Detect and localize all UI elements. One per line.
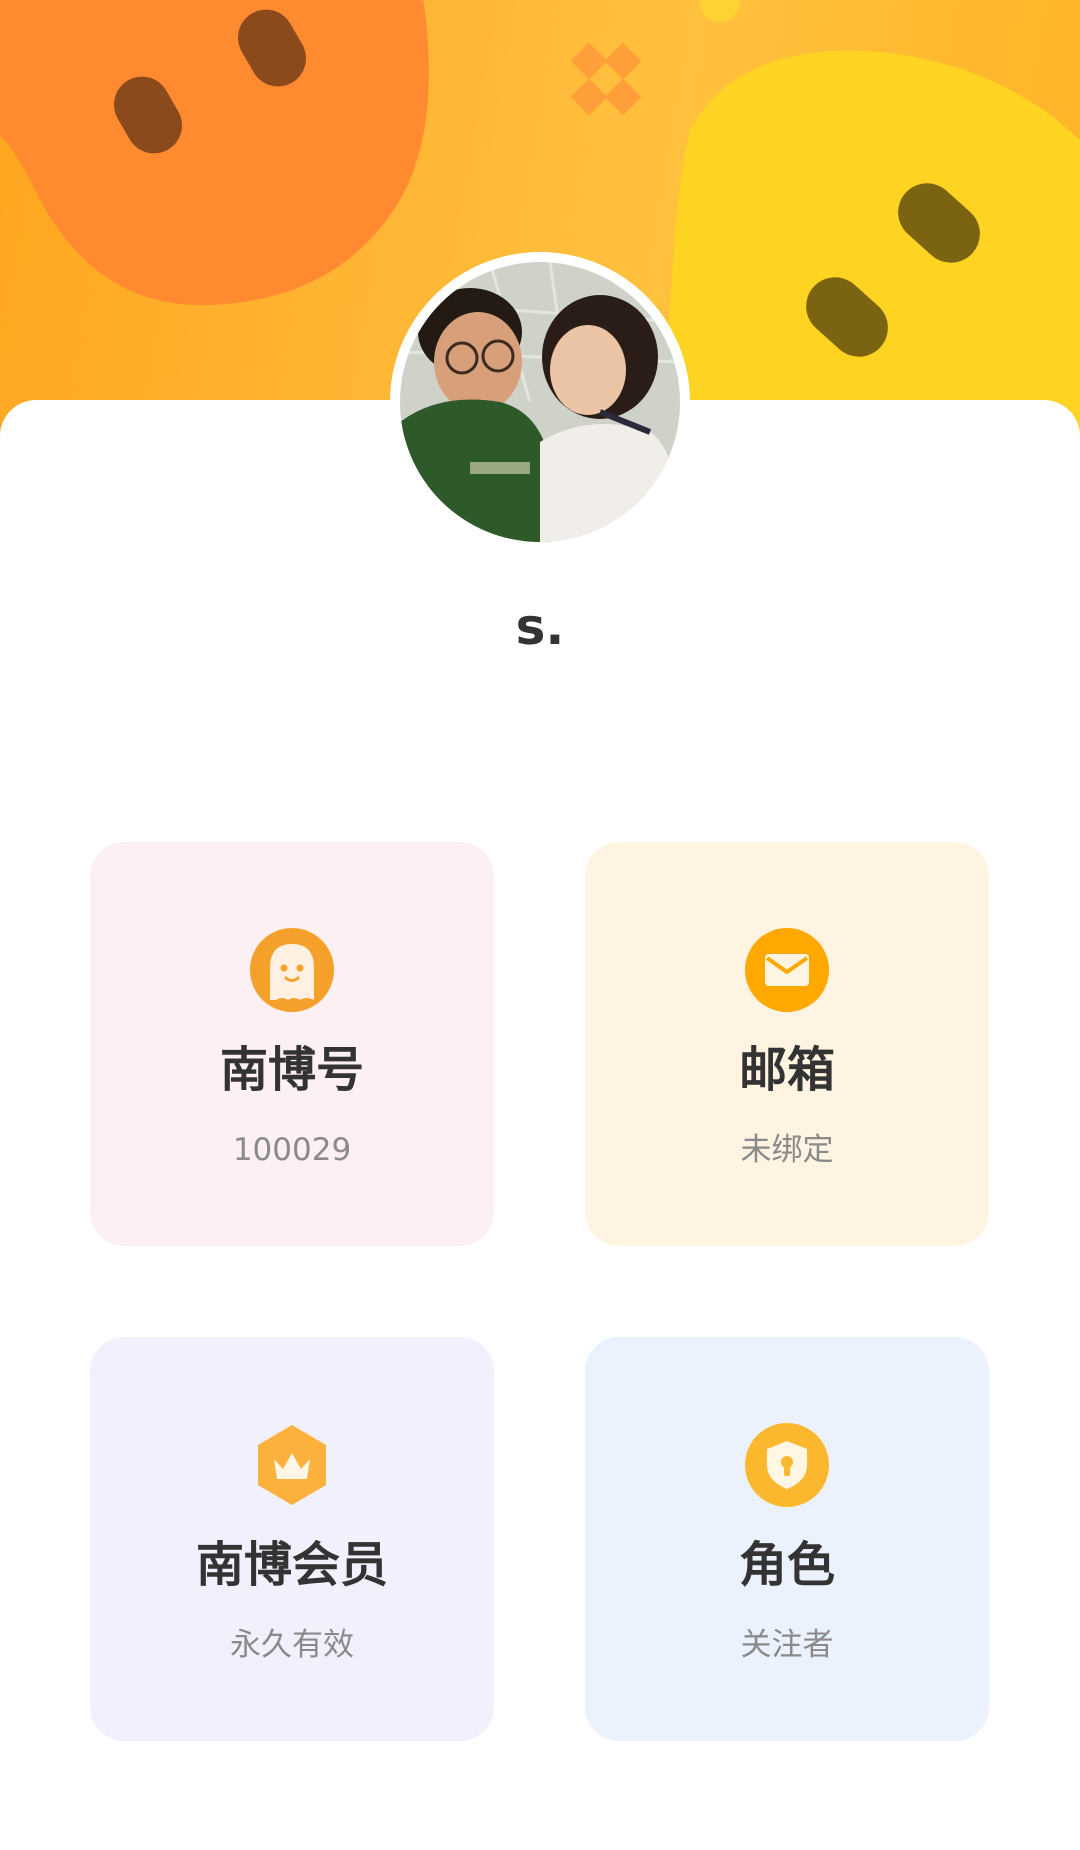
email-value: 未绑定 bbox=[740, 1132, 834, 1168]
email-title: 邮箱 bbox=[738, 1042, 835, 1098]
left-blob-shape bbox=[0, 0, 429, 306]
email-card[interactable]: 邮箱 未绑定 bbox=[585, 842, 989, 1246]
mail-icon bbox=[745, 928, 829, 1012]
nanbo-id-value: 100029 bbox=[232, 1132, 352, 1168]
banner-cross-mark bbox=[570, 42, 642, 116]
role-title: 角色 bbox=[738, 1537, 835, 1593]
avatar-photo bbox=[400, 262, 680, 542]
banner-dot bbox=[700, 0, 740, 22]
role-value: 关注者 bbox=[740, 1627, 834, 1663]
membership-title: 南博会员 bbox=[195, 1537, 388, 1593]
nanbo-id-title: 南博号 bbox=[219, 1042, 364, 1098]
avatar[interactable] bbox=[390, 252, 690, 552]
crown-hexagon-icon bbox=[250, 1423, 334, 1507]
username: s. bbox=[515, 598, 565, 656]
membership-card[interactable]: 南博会员 永久有效 bbox=[90, 1337, 494, 1741]
nanbo-id-card[interactable]: 南博号 100029 bbox=[90, 842, 494, 1246]
ghost-face-icon bbox=[250, 928, 334, 1012]
membership-value: 永久有效 bbox=[230, 1627, 354, 1663]
shield-lock-icon bbox=[745, 1423, 829, 1507]
role-card[interactable]: 角色 关注者 bbox=[585, 1337, 989, 1741]
